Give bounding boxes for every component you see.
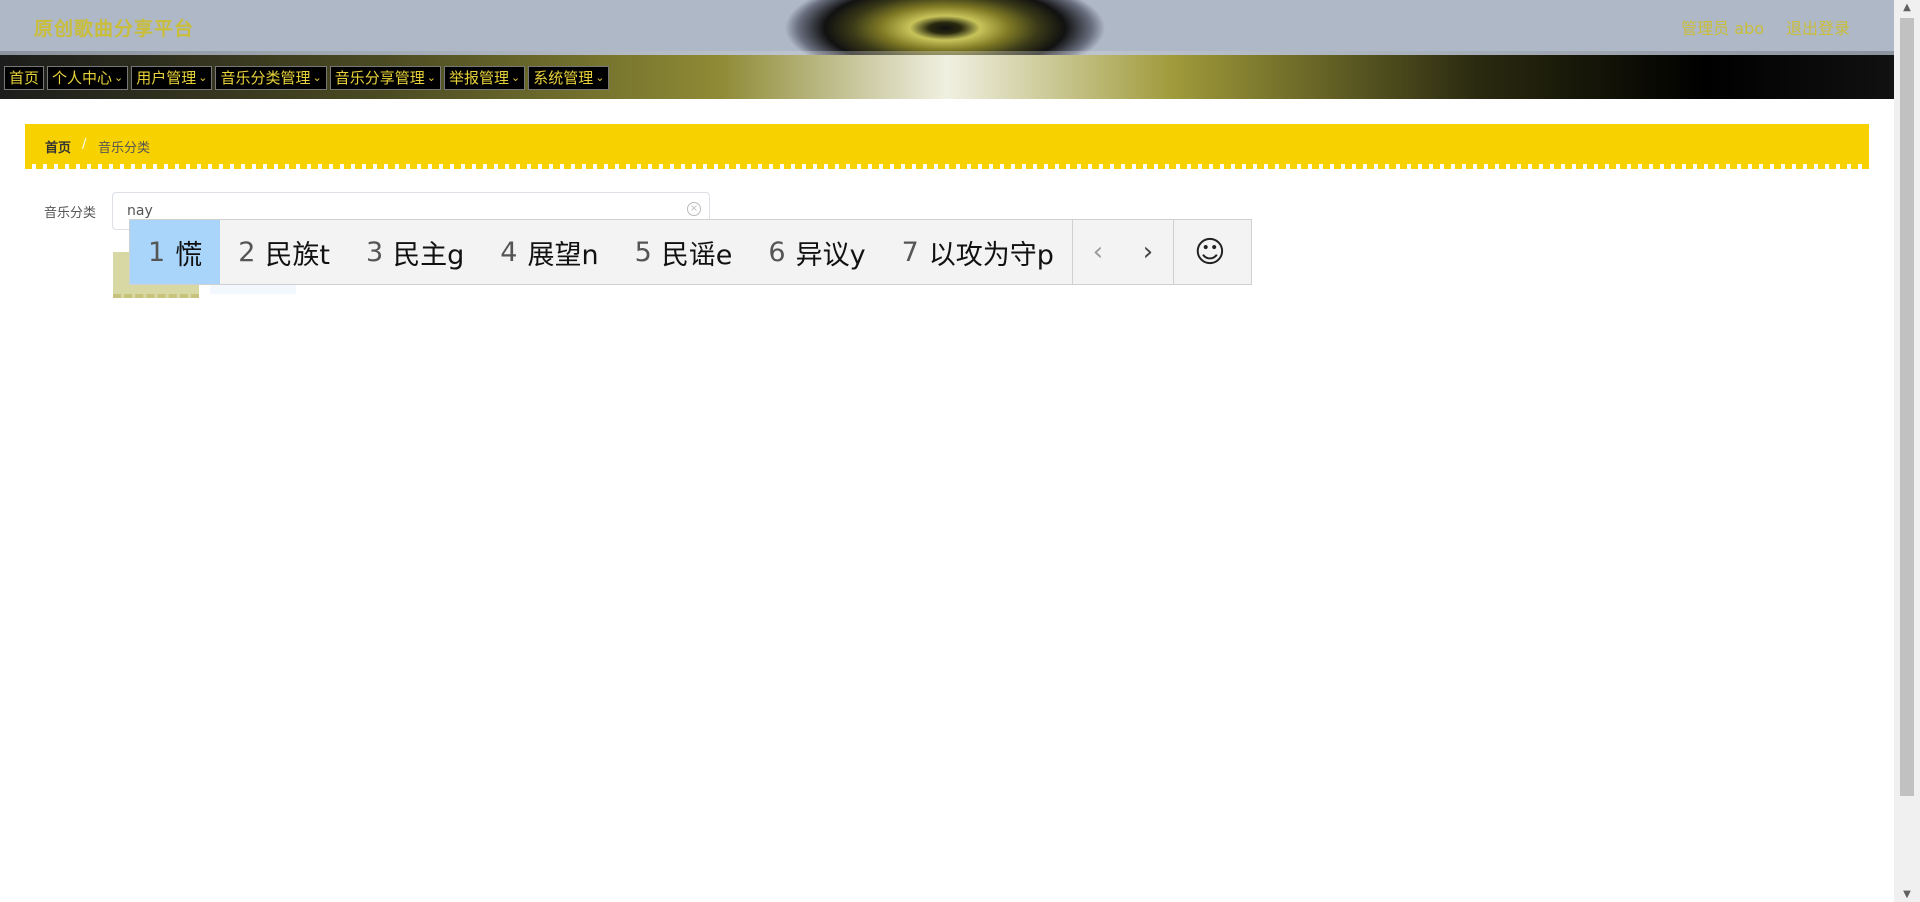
top-header: 原创歌曲分享平台 管理员 abo 退出登录	[0, 0, 1894, 55]
nav-item-label: 个人中心	[52, 69, 113, 87]
ime-candidate-number: 2	[238, 236, 256, 268]
scroll-up-icon[interactable]: ▲	[1894, 2, 1920, 13]
ime-candidate-number: 7	[901, 236, 919, 268]
main-nav: 首页 个人中心 ⌄ 用户管理 ⌄ 音乐分类管理 ⌄ 音乐分享管理 ⌄ 举报管理 …	[0, 55, 1894, 99]
chevron-down-icon: ⌄	[114, 71, 124, 84]
emoji-icon[interactable]: ☺	[1174, 220, 1246, 284]
ime-candidate-text: 民谣e	[661, 239, 733, 271]
nav-item-user-management[interactable]: 用户管理 ⌄	[131, 66, 213, 90]
nav-item-label: 音乐分类管理	[220, 69, 311, 87]
ime-candidate[interactable]: 1 慌	[130, 220, 221, 284]
nav-item-music-category-management[interactable]: 音乐分类管理 ⌄	[215, 66, 327, 90]
scroll-down-icon[interactable]: ▼	[1894, 889, 1920, 900]
breadcrumb-home[interactable]: 首页	[45, 137, 71, 156]
ime-candidate-text: 以攻为守p	[928, 239, 1054, 271]
chevron-down-icon: ⌄	[312, 71, 322, 84]
clear-icon[interactable]: ×	[687, 202, 701, 216]
ime-candidate-text: 民族t	[265, 239, 330, 271]
breadcrumb: 首页 / 音乐分类	[25, 124, 1869, 169]
vertical-scrollbar[interactable]: ▲ ▼	[1894, 0, 1920, 902]
chevron-left-icon[interactable]: ‹	[1073, 220, 1123, 284]
ime-candidate-number: 3	[365, 236, 384, 268]
chevron-down-icon: ⌄	[198, 71, 208, 84]
ime-candidate-text: 慌	[175, 239, 203, 271]
ime-candidate-number: 5	[634, 236, 652, 268]
nav-item-label: 首页	[9, 69, 40, 87]
nav-item-label: 举报管理	[448, 69, 509, 87]
ime-candidate[interactable]: 5 民谣e	[617, 220, 751, 284]
music-category-label: 音乐分类	[44, 206, 97, 221]
nav-item-home[interactable]: 首页	[4, 66, 45, 90]
chevron-down-icon: ⌄	[510, 71, 521, 84]
chevron-right-icon[interactable]: ›	[1123, 220, 1173, 284]
app-title: 原创歌曲分享平台	[34, 18, 195, 40]
admin-username: 管理员 abo	[1681, 19, 1764, 38]
ime-candidate-number: 6	[768, 236, 786, 268]
logout-link[interactable]: 退出登录	[1786, 15, 1850, 39]
nav-item-label: 音乐分享管理	[334, 69, 425, 87]
ime-candidate[interactable]: 6 异议y	[750, 220, 883, 284]
ime-candidate-number: 1	[148, 236, 166, 268]
nav-item-music-share-management[interactable]: 音乐分享管理 ⌄	[329, 66, 441, 90]
breadcrumb-current: 音乐分类	[98, 141, 151, 156]
ime-candidate[interactable]: 2 民族t	[220, 220, 348, 284]
ime-candidate-number: 4	[500, 236, 518, 268]
ime-candidate-text: 展望n	[527, 239, 599, 271]
nav-item-system-management[interactable]: 系统管理 ⌄	[528, 66, 610, 90]
breadcrumb-separator: /	[82, 137, 87, 152]
scroll-thumb[interactable]	[1900, 18, 1914, 796]
chevron-down-icon: ⌄	[595, 71, 605, 84]
ime-candidate[interactable]: 4 展望n	[482, 220, 616, 284]
ime-candidate[interactable]: 7 以攻为守p	[884, 220, 1072, 284]
ime-candidate-text: 民主g	[393, 239, 465, 271]
chevron-down-icon: ⌄	[426, 71, 436, 84]
ime-candidate-text: 异议y	[795, 239, 866, 271]
ime-candidate[interactable]: 3 民主g	[348, 220, 482, 284]
nav-item-label: 系统管理	[533, 69, 594, 87]
ime-candidate-window: 1 慌 2 民族t 3 民主g 4 展望n 5 民谣e 6 异议y 7 以攻为守…	[129, 219, 1252, 285]
nav-item-personal-center[interactable]: 个人中心 ⌄	[47, 66, 129, 90]
nav-item-label: 用户管理	[136, 69, 197, 87]
nav-item-report-management[interactable]: 举报管理 ⌄	[443, 66, 526, 90]
